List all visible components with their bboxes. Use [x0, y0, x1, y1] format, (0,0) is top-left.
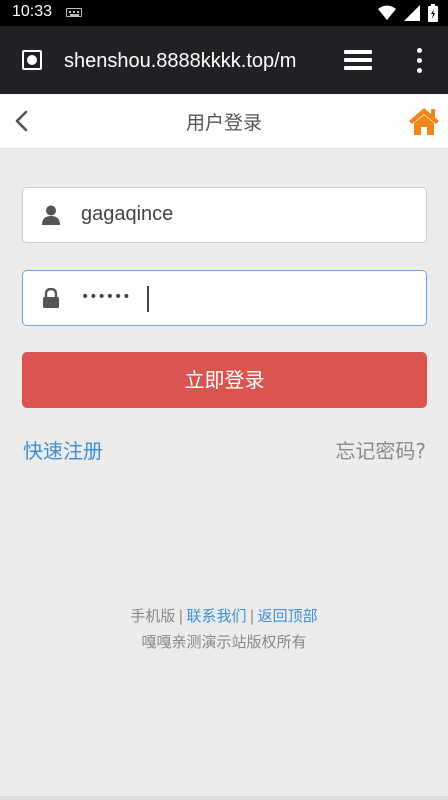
footer-mobile: 手机版 [130, 607, 176, 625]
more-vert-icon[interactable] [410, 46, 430, 76]
page-header: 用户登录 [0, 94, 448, 149]
battery-icon [428, 4, 438, 22]
footer-separator: | [178, 607, 184, 625]
forgot-password-link[interactable]: 忘记密码? [335, 435, 426, 464]
bottom-divider [0, 796, 448, 800]
footer: 手机版 | 联系我们 | 返回顶部 嘎嘎亲测演示站版权所有 [0, 603, 448, 655]
user-icon [42, 205, 60, 225]
footer-separator: | [249, 607, 255, 625]
lock-icon [43, 288, 59, 308]
password-value: •••••• [81, 289, 131, 305]
status-time: 10:33 [12, 3, 53, 20]
status-bar: 10:33 [0, 0, 448, 26]
signal-icon [404, 5, 420, 21]
browser-url-bar: shenshou.8888kkkk.top/m [0, 26, 448, 94]
keyboard-icon [66, 8, 82, 17]
wifi-icon [378, 5, 396, 20]
username-value: gagaqince [81, 203, 174, 225]
register-link[interactable]: 快速注册 [23, 435, 103, 464]
page-title: 用户登录 [185, 112, 262, 134]
url-field[interactable]: shenshou.8888kkkk.top/m [64, 46, 320, 76]
username-field[interactable]: gagaqince [22, 187, 427, 243]
footer-copyright: 嘎嘎亲测演示站版权所有 [141, 633, 307, 651]
home-icon[interactable] [408, 106, 440, 136]
login-button[interactable]: 立即登录 [22, 352, 427, 408]
footer-contact-link[interactable]: 联系我们 [186, 607, 246, 625]
site-globe-icon[interactable] [22, 50, 42, 70]
status-icons [378, 4, 438, 22]
footer-top-link[interactable]: 返回顶部 [258, 607, 318, 625]
tabs-icon[interactable] [344, 50, 374, 72]
text-caret [147, 286, 149, 312]
password-field[interactable]: •••••• [22, 270, 427, 326]
